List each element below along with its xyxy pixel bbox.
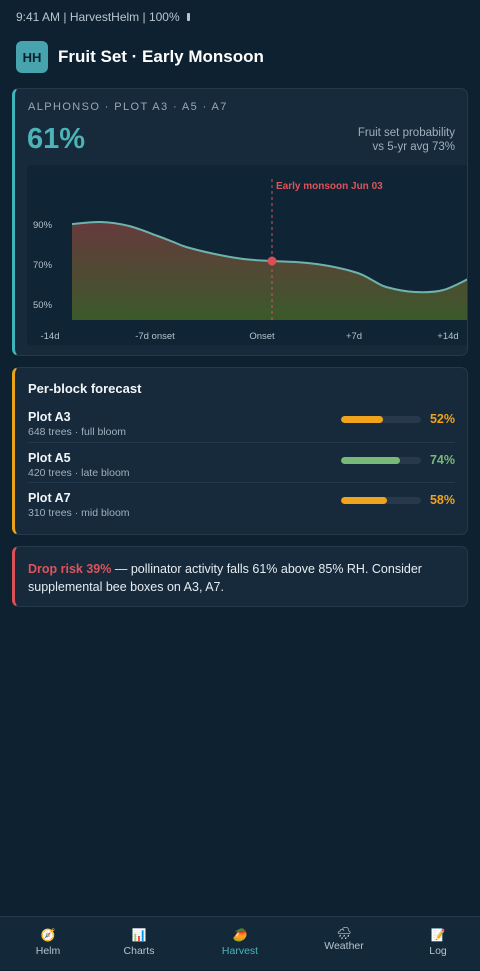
- fruit-set-bar-fill: [341, 416, 383, 423]
- area-fill: [72, 221, 467, 320]
- compass-icon: 🧭: [40, 928, 56, 942]
- nav-item-harvest[interactable]: 🥭 Harvest: [192, 917, 288, 971]
- nav-item-weather[interactable]: 🌧 Weather: [296, 917, 392, 971]
- app-logo[interactable]: HH: [16, 41, 48, 73]
- nav-label: Log: [429, 945, 447, 957]
- plot-percent: 58%: [429, 493, 455, 507]
- nav-label: Helm: [35, 945, 61, 957]
- y-tick-label: 50%: [33, 300, 53, 311]
- plot-detail: 648 trees · full bloom: [28, 426, 127, 438]
- plot-percent: 74%: [429, 453, 455, 467]
- rain-cloud-icon: 🌧: [336, 926, 352, 940]
- risk-highlight: Drop risk 39%: [28, 562, 112, 576]
- fruit-set-bar-fill: [341, 497, 388, 504]
- drop-risk-card: Drop risk 39% — pollinator activity fall…: [12, 546, 468, 607]
- plot-detail: 420 trees · late bloom: [28, 467, 130, 479]
- block-heading: Per-block forecast: [28, 381, 142, 396]
- nav-item-charts[interactable]: 📊 Charts: [91, 917, 187, 971]
- fruit-set-chart: 90% 70% 50% -14d -7d onset Onset +7d +14d Early …: [27, 165, 467, 345]
- status-text: 9:41 AM | HarvestHelm | 100%: [16, 10, 180, 24]
- probability-caption: Fruit set probability vs 5-yr avg 73%: [358, 126, 455, 154]
- nav-item-helm[interactable]: 🧭 Helm: [0, 917, 96, 971]
- risk-message: Drop risk 39% — pollinator activity fall…: [28, 560, 455, 596]
- x-tick-label: -7d onset: [135, 331, 175, 342]
- plot-detail: 310 trees · mid bloom: [28, 507, 130, 519]
- bottom-nav: 🧭 Helm 📊 Charts 🥭 Harvest 🌧 Weather 📝 Lo…: [0, 916, 480, 970]
- nav-label: Weather: [324, 940, 364, 952]
- chart-svg: 90% 70% 50% -14d -7d onset Onset +7d +14d Early …: [33, 179, 467, 342]
- notepad-icon: 📝: [430, 928, 446, 942]
- x-tick-label: -14d: [40, 331, 59, 342]
- x-tick-label: Onset: [249, 331, 275, 342]
- nav-item-log[interactable]: 📝 Log: [390, 917, 480, 971]
- mango-icon: 🥭: [232, 928, 248, 942]
- plot-meta: ALPHONSO · PLOT A3 · A5 · A7: [28, 101, 228, 113]
- battery-icon: [186, 13, 190, 21]
- page-title: Fruit Set · Early Monsoon: [58, 47, 264, 66]
- annotation-label: Early monsoon Jun 03: [276, 181, 383, 192]
- fruit-set-bar-fill: [341, 457, 401, 464]
- plot-name: Plot A7: [28, 491, 71, 505]
- plot-percent: 52%: [429, 412, 455, 426]
- plot-name: Plot A3: [28, 410, 71, 424]
- plot-name: Plot A5: [28, 451, 71, 465]
- y-tick-label: 90%: [33, 220, 53, 231]
- fruit-set-bar: [341, 497, 421, 504]
- fruit-set-bar: [341, 457, 421, 464]
- plot-row-plot-a5[interactable]: Plot A5 420 trees · late bloom 74%: [28, 442, 455, 482]
- probability-value: 61%: [27, 123, 86, 155]
- nav-label: Harvest: [221, 945, 259, 957]
- plot-row-plot-a7[interactable]: Plot A7 310 trees · mid bloom 58%: [28, 482, 455, 522]
- caption-line-2: vs 5-yr avg 73%: [372, 141, 455, 153]
- fruit-set-probability-card: ALPHONSO · PLOT A3 · A5 · A7 61% Fruit s…: [12, 88, 468, 356]
- onset-marker-dot: [267, 256, 277, 266]
- caption-line-1: Fruit set probability: [357, 127, 455, 139]
- bar-chart-icon: 📊: [131, 928, 147, 942]
- x-tick-label: +7d: [346, 331, 362, 342]
- per-block-forecast-card: Per-block forecast Plot A3 648 trees · fu…: [12, 367, 468, 535]
- status-bar: 9:41 AM | HarvestHelm | 100%: [16, 9, 190, 25]
- nav-label: Charts: [123, 945, 155, 957]
- plot-row-plot-a3[interactable]: Plot A3 648 trees · full bloom 52%: [28, 402, 455, 442]
- y-tick-label: 70%: [33, 260, 53, 271]
- app-header: HH Fruit Set · Early Monsoon: [16, 41, 264, 73]
- x-tick-label: +14d: [437, 331, 458, 342]
- fruit-set-bar: [341, 416, 421, 423]
